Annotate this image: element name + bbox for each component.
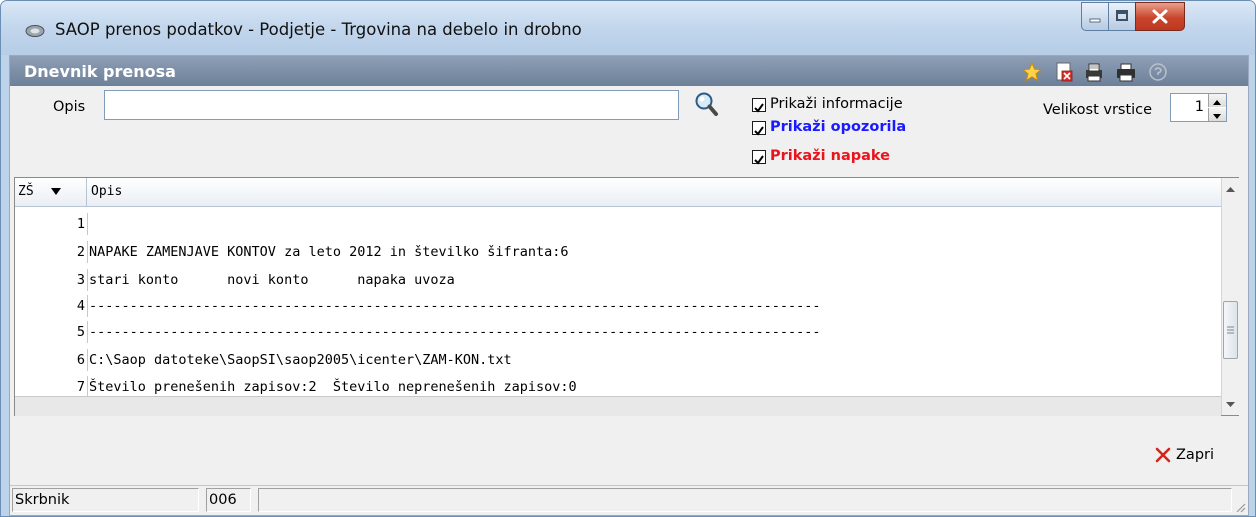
show-info-checkbox[interactable] [752,98,766,113]
column-divider [87,349,88,371]
show-info-label: Prikaži informacije [770,96,903,112]
vertical-scrollbar[interactable] [1221,178,1239,415]
row-number: 3 [76,272,85,288]
column-header-zs[interactable]: ZŠ [15,178,87,206]
sort-desc-icon[interactable] [51,188,61,196]
horizontal-scroll-strip[interactable] [15,396,1221,416]
checkmark-icon [754,126,764,136]
panel-title: Dnevnik prenosa [24,62,176,81]
grip-lines-icon [1227,326,1234,334]
title-bar[interactable]: SAOP prenos podatkov - Podjetje - Trgovi… [1,1,1255,55]
table-row[interactable]: 4 --------------------------------------… [15,295,1221,317]
delete-document-icon[interactable] [1053,61,1075,83]
row-text: C:\Saop datoteke\SaopSI\saop2005\icenter… [89,352,512,368]
column-divider [87,321,88,343]
row-text: stari konto novi konto napaka uvoza [89,272,455,288]
printer-icon[interactable] [1115,61,1137,83]
checkmark-icon [754,155,764,165]
table-row[interactable]: 3 stari konto novi konto napaka uvoza [15,269,1221,291]
row-text: Število prenešenih zapisov:2 Število nep… [89,379,577,395]
column-divider [87,269,88,291]
spin-up-button[interactable] [1208,94,1226,107]
help-icon[interactable] [1147,61,1169,83]
opis-label: Opis [53,99,86,115]
close-window-button[interactable] [1135,2,1185,31]
row-size-value: 1 [1194,99,1204,115]
star-icon[interactable] [1021,61,1043,83]
status-extra [258,488,1232,512]
show-errors-checkbox[interactable] [752,150,766,165]
row-text: ----------------------------------------… [89,324,821,340]
table-row[interactable]: 2 NAPAKE ZAMENJAVE KONTOV za leto 2012 i… [15,241,1221,263]
row-text: ----------------------------------------… [89,298,821,314]
column-divider [87,376,88,398]
row-number: 4 [76,298,85,314]
opis-input[interactable] [104,90,679,120]
close-button-label: Zapri [1176,447,1215,463]
grid-header: ZŠ Opis [15,178,1221,207]
log-grid[interactable]: ZŠ Opis 1 2 NAPAKE ZAMENJAVE KONTOV za l… [14,177,1239,416]
window-title: SAOP prenos podatkov - Podjetje - Trgovi… [55,20,582,39]
close-button[interactable]: Zapri [1154,444,1226,468]
column-divider [87,213,88,235]
row-number: 7 [76,379,85,395]
maximize-button[interactable] [1108,2,1136,31]
minimize-icon [1089,18,1101,23]
arrow-down-icon [1213,114,1221,119]
print-preview-icon[interactable] [1083,61,1105,83]
close-icon [1152,9,1168,24]
checkmark-icon [754,103,764,113]
row-number: 2 [76,244,85,260]
show-errors-label: Prikaži napake [770,148,890,164]
status-bar: Skrbnik 006 [10,485,1248,515]
column-divider [87,241,88,263]
column-opis-label[interactable]: Opis [91,184,122,199]
row-size-spinner[interactable]: 1 [1170,93,1227,122]
minimize-button[interactable] [1081,2,1109,31]
show-warnings-label: Prikaži opozorila [770,119,907,135]
resize-grip-icon[interactable] [1234,501,1246,513]
status-code: 006 [206,488,251,512]
red-x-icon [1155,447,1171,463]
table-row[interactable]: 6 C:\Saop datoteke\SaopSI\saop2005\icent… [15,349,1221,371]
maximize-icon [1116,10,1128,21]
row-number: 5 [76,324,85,340]
table-row[interactable]: 5 --------------------------------------… [15,321,1221,343]
spin-down-button[interactable] [1208,108,1226,121]
status-user: Skrbnik [12,488,199,512]
scroll-up-icon[interactable] [1226,186,1235,193]
row-number: 1 [76,216,85,232]
scroll-down-icon[interactable] [1226,401,1235,408]
app-icon [25,25,45,37]
show-warnings-checkbox[interactable] [752,121,766,136]
column-zs-label: ZŠ [18,184,34,199]
table-row[interactable]: 7 Število prenešenih zapisov:2 Število n… [15,376,1221,398]
panel-header: Dnevnik prenosa [10,56,1248,86]
table-row[interactable]: 1 [15,213,1221,235]
row-number: 6 [76,352,85,368]
search-icon[interactable] [693,90,719,118]
row-size-label: Velikost vrstice [1043,102,1153,118]
application-window: SAOP prenos podatkov - Podjetje - Trgovi… [0,0,1256,517]
row-text: NAPAKE ZAMENJAVE KONTOV za leto 2012 in … [89,244,569,260]
scrollbar-thumb[interactable] [1223,301,1238,359]
column-divider [87,295,88,317]
